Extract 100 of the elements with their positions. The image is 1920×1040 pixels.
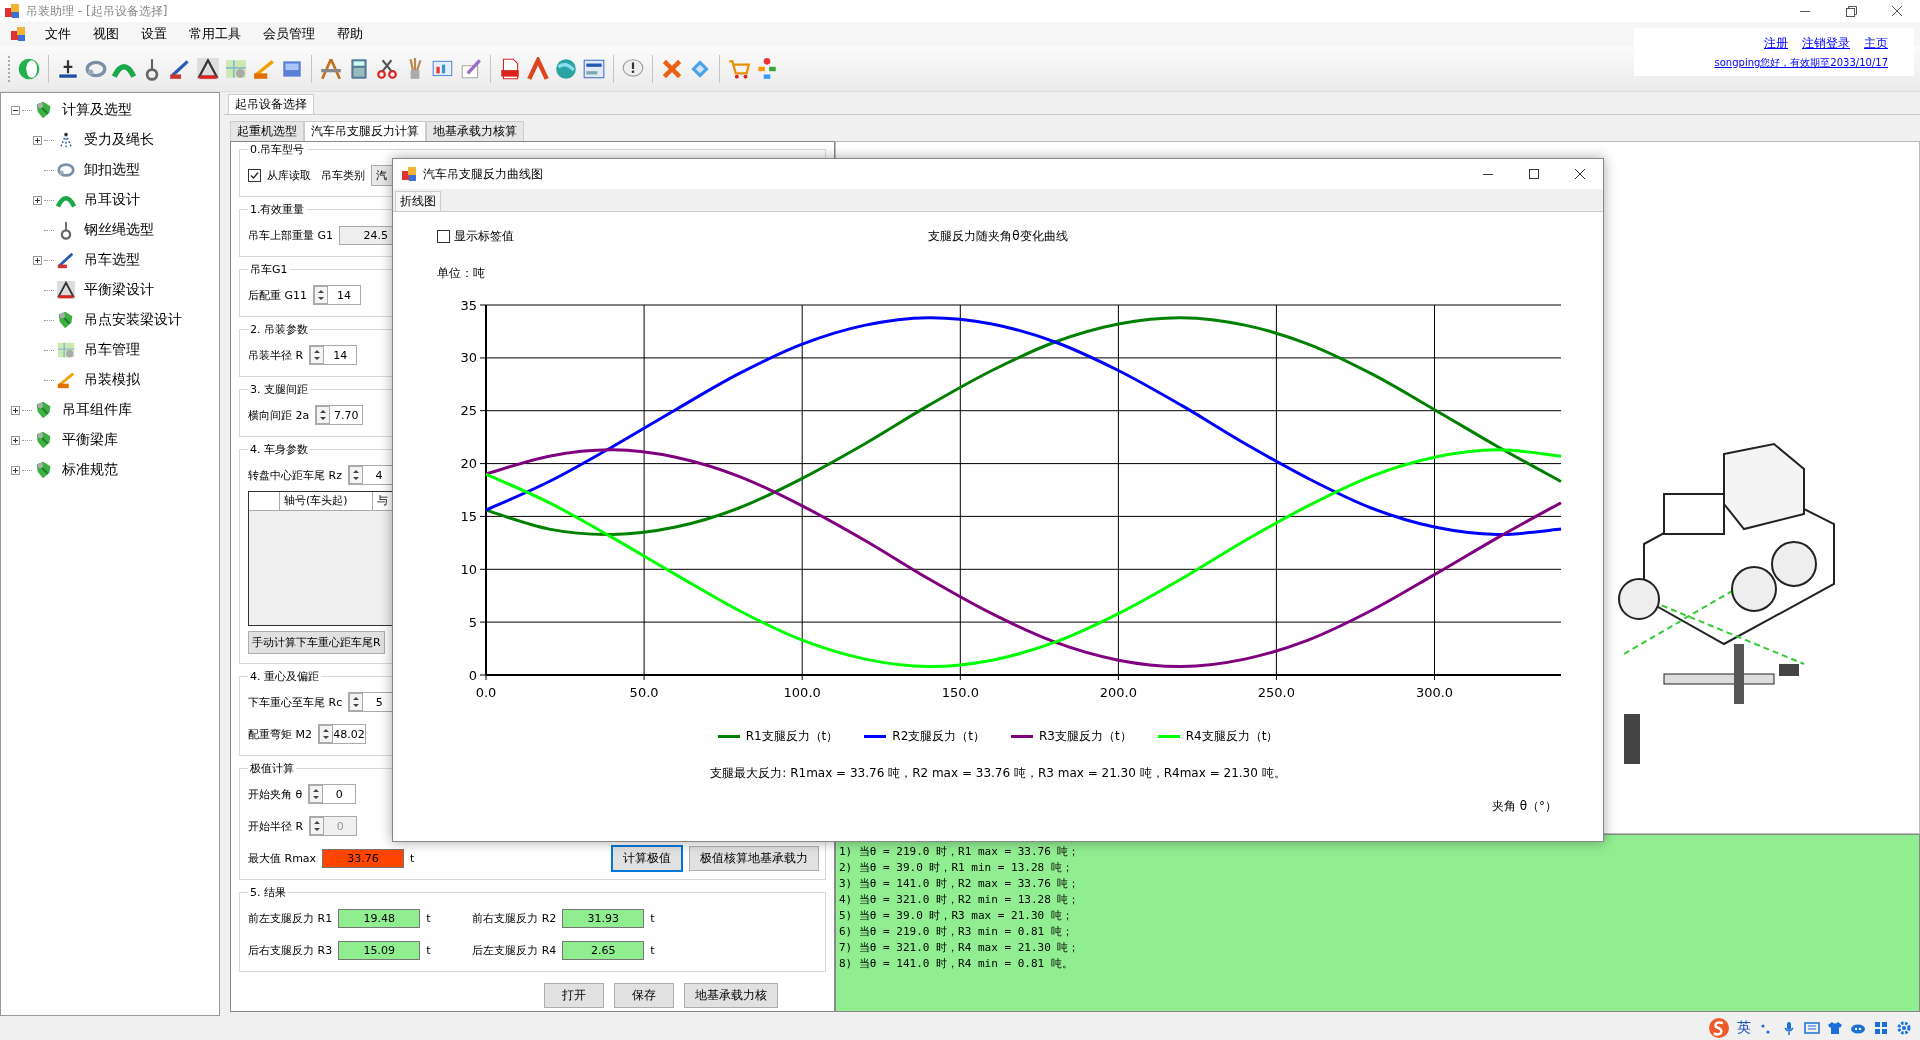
up-down-icon[interactable]: [319, 725, 333, 743]
unit-label: t: [426, 943, 432, 957]
expand-icon[interactable]: [11, 435, 20, 445]
up-down-icon[interactable]: [349, 693, 364, 711]
checkbox-label[interactable]: 显示标签值: [454, 228, 514, 245]
button[interactable]: 打开: [544, 983, 604, 1008]
tree-item[interactable]: 计算及选型: [62, 101, 132, 119]
button[interactable]: 计算极值: [611, 844, 683, 872]
button[interactable]: 手动计算下车重心距车尾R: [248, 630, 385, 654]
field-label: 配重弯矩 M2: [248, 726, 312, 742]
log-line: 2) 当θ = 39.0 时，R1 min = 13.28 吨；: [839, 860, 1073, 876]
tick-label: 5: [468, 614, 477, 630]
document-icon[interactable]: [498, 56, 522, 81]
checkbox[interactable]: [437, 230, 450, 243]
group-title: 4. 车身参数: [249, 442, 309, 457]
microphone-icon[interactable]: [1781, 1020, 1797, 1036]
tick-label: 20: [460, 456, 477, 472]
globe-icon[interactable]: [554, 56, 578, 81]
spinner-field[interactable]: 14: [309, 345, 358, 365]
tree-item[interactable]: 吊车管理: [84, 341, 140, 359]
field-label: 前右支腿反力 R2: [472, 910, 557, 926]
menu-item[interactable]: 文件: [34, 23, 82, 45]
output-field: 15.09: [338, 940, 421, 960]
button[interactable]: 保存: [614, 983, 674, 1008]
field-label: 开始半径 R: [248, 818, 304, 834]
output-field: 33.76: [322, 848, 405, 868]
field-label: 吊装半径 R: [248, 347, 304, 363]
group-title: 2. 吊装参数: [249, 322, 309, 337]
checkbox[interactable]: [248, 168, 261, 182]
tree-item[interactable]: 标准规范: [62, 461, 118, 479]
spinner-field[interactable]: 14: [313, 285, 362, 305]
up-down-icon[interactable]: [309, 785, 324, 803]
spinner-field[interactable]: 48.02: [318, 724, 366, 744]
expand-icon[interactable]: [11, 405, 20, 415]
link[interactable]: 注销登录: [1802, 35, 1850, 52]
tree-item[interactable]: 卸扣选型: [84, 161, 140, 179]
menu-item[interactable]: 会员管理: [252, 23, 326, 45]
tree-item[interactable]: 受力及绳长: [84, 131, 154, 149]
tree-item[interactable]: 吊耳组件库: [62, 401, 132, 419]
unit-label: t: [426, 911, 432, 925]
drafting-icon[interactable]: [319, 56, 343, 81]
tree-item[interactable]: 钢丝绳选型: [84, 221, 154, 239]
triangle-icon[interactable]: [196, 56, 220, 81]
group-title: 3. 支腿间距: [249, 382, 309, 397]
button[interactable]: 地基承载力核: [684, 983, 778, 1008]
spinner-field[interactable]: 7.70: [315, 405, 364, 425]
link[interactable]: 注册: [1764, 35, 1788, 52]
tab[interactable]: 起吊设备选择: [228, 94, 314, 114]
chevron-icon[interactable]: [526, 56, 550, 81]
up-down-icon[interactable]: [348, 466, 363, 484]
field-label: 横向间距 2a: [248, 407, 310, 423]
expand-icon[interactable]: [11, 465, 20, 475]
tree-item[interactable]: 平衡梁设计: [84, 281, 154, 299]
tree-item[interactable]: 吊点安装梁设计: [84, 311, 182, 329]
expand-icon[interactable]: [33, 195, 42, 205]
log-line: 4) 当θ = 321.0 时，R2 min = 13.28 吨；: [839, 892, 1080, 908]
ring-icon[interactable]: [17, 56, 41, 81]
tree-item[interactable]: 平衡梁库: [62, 431, 118, 449]
checkbox-label[interactable]: 从库读取: [267, 167, 311, 183]
button[interactable]: 极值核算地基承载力: [689, 845, 819, 871]
tree-item[interactable]: 吊耳设计: [84, 191, 140, 209]
link[interactable]: 主页: [1864, 35, 1888, 52]
tab[interactable]: 地基承载力核算: [426, 121, 524, 141]
group-title: 极值计算: [249, 761, 295, 776]
expand-icon[interactable]: [33, 135, 42, 145]
menu-item[interactable]: 常用工具: [178, 23, 252, 45]
field-label: 转盘中心距车尾 Rz: [248, 467, 342, 483]
group-title: 吊车G1: [249, 262, 289, 277]
field-label: 吊车类别: [321, 167, 365, 183]
app-icon: [4, 3, 20, 19]
collapse-icon[interactable]: [11, 105, 20, 115]
tab[interactable]: 起重机选型: [230, 121, 304, 141]
tree-item[interactable]: 吊装模拟: [84, 371, 140, 389]
spinner-field[interactable]: 0: [308, 784, 357, 804]
up-down-icon[interactable]: [310, 346, 325, 364]
up-down-icon[interactable]: [314, 286, 329, 304]
shackle-icon: [56, 160, 76, 180]
menu-item[interactable]: 设置: [130, 23, 178, 45]
window-title: 吊装助理 - [起吊设备选择]: [26, 2, 168, 20]
expand-icon[interactable]: [33, 255, 42, 265]
up-down-icon[interactable]: [316, 406, 331, 424]
tab[interactable]: 汽车吊支腿反力计算: [304, 121, 426, 141]
tick-label: 100.0: [783, 685, 821, 700]
input-mode[interactable]: 英: [1737, 1019, 1751, 1037]
summary-text: 支腿最大反力: R1max = 33.76 吨，R2 max = 33.76 吨，R3 max = 21.30 吨，R4max = 21.30 吨。: [710, 765, 1286, 782]
shirt-icon[interactable]: [1827, 1020, 1843, 1036]
tick-label: 15: [460, 508, 477, 524]
menu-item[interactable]: 帮助: [326, 23, 374, 45]
settings-icon[interactable]: [1896, 1020, 1912, 1036]
grid-icon[interactable]: [1873, 1020, 1889, 1036]
tab[interactable]: 折线图: [395, 191, 441, 211]
input-method-icon[interactable]: [1708, 1017, 1730, 1039]
tree-item[interactable]: 吊车选型: [84, 251, 140, 269]
flowchart-icon[interactable]: [755, 56, 779, 81]
axis-unit: 单位：吨: [437, 265, 485, 282]
app-icon[interactable]: [10, 26, 26, 42]
account-link[interactable]: songping您好，有效期至2033/10/17: [1714, 56, 1888, 70]
pencil-icon[interactable]: [459, 56, 483, 81]
keyboard-icon[interactable]: [1804, 1020, 1820, 1036]
menu-item[interactable]: 视图: [82, 23, 130, 45]
